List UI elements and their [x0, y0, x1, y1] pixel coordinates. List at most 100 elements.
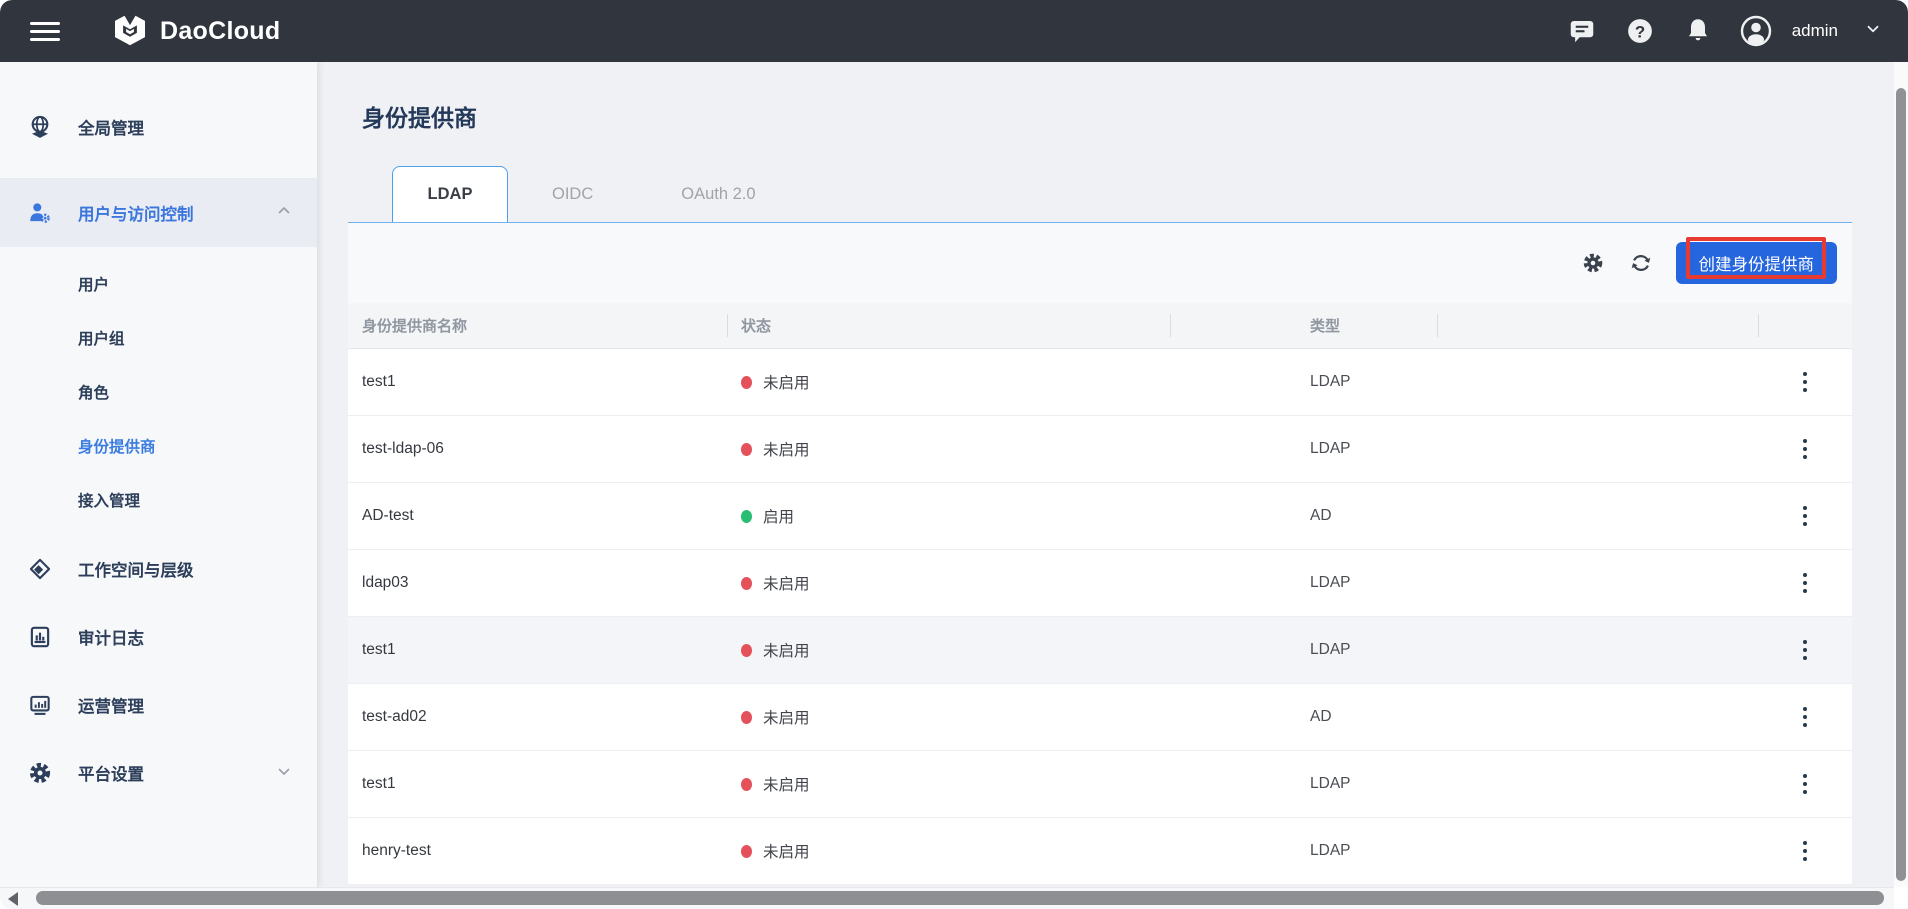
table-row[interactable]: AD-test 启用 AD	[348, 483, 1852, 550]
sidebar-item-label: 全局管理	[78, 115, 293, 139]
operations-icon	[27, 692, 53, 718]
user-avatar[interactable]	[1740, 15, 1772, 47]
status-dot	[741, 778, 752, 791]
user-menu-chevron-down-icon[interactable]	[1864, 20, 1882, 43]
column-header-actions	[1758, 303, 1852, 348]
row-status: 启用	[727, 505, 1170, 527]
row-name: test1	[348, 775, 727, 793]
table-row[interactable]: ldap03 未启用 LDAP	[348, 550, 1852, 617]
gear-icon	[27, 760, 53, 786]
row-type: LDAP	[1170, 641, 1437, 659]
row-type: AD	[1170, 507, 1437, 525]
sidebar-item-label: 平台设置	[78, 761, 275, 785]
status-dot	[741, 845, 752, 858]
row-status: 未启用	[727, 438, 1170, 460]
row-type: LDAP	[1170, 574, 1437, 592]
status-label: 未启用	[763, 639, 810, 661]
create-identity-provider-button[interactable]: 创建身份提供商	[1676, 242, 1838, 284]
horizontal-scrollbar[interactable]	[0, 887, 1894, 909]
table-row[interactable]: henry-test 未启用 LDAP	[348, 818, 1852, 885]
sidebar-item-workspaces[interactable]: 工作空间与层级	[0, 535, 317, 603]
sidebar-item-user-access-control[interactable]: 用户与访问控制	[0, 179, 317, 247]
row-type: LDAP	[1170, 775, 1437, 793]
vertical-scrollbar[interactable]	[1894, 62, 1908, 887]
horizontal-scrollbar-thumb[interactable]	[36, 891, 1884, 905]
table-row[interactable]: test1 未启用 LDAP	[348, 617, 1852, 684]
user-gear-icon	[27, 200, 53, 226]
status-label: 未启用	[763, 706, 810, 728]
kebab-menu-icon[interactable]	[1795, 500, 1816, 533]
scroll-left-arrow-icon[interactable]	[8, 892, 18, 906]
status-label: 启用	[763, 505, 794, 527]
row-name: test-ldap-06	[348, 440, 727, 458]
menu-toggle-button[interactable]	[30, 22, 60, 41]
topbar-actions: ? admin	[1566, 15, 1882, 47]
messages-icon[interactable]	[1566, 15, 1598, 47]
table-toolbar: 创建身份提供商	[348, 223, 1852, 303]
row-type: LDAP	[1170, 842, 1437, 860]
row-name: test1	[348, 373, 727, 391]
row-name: ldap03	[348, 574, 727, 592]
row-name: test1	[348, 641, 727, 659]
table-body: test1 未启用 LDAP test-ldap-06	[348, 349, 1852, 885]
tab-bar: LDAP OIDC OAuth 2.0	[348, 166, 1908, 222]
identity-provider-panel: 创建身份提供商 身份提供商名称 状态 类型 test1	[348, 222, 1852, 885]
app-window: DaoCloud ?	[0, 0, 1908, 909]
status-dot	[741, 577, 752, 590]
sidebar-subnav: 用户 用户组 角色 身份提供商 接入管理	[0, 247, 317, 527]
column-settings-gear-icon[interactable]	[1580, 250, 1606, 276]
kebab-menu-icon[interactable]	[1795, 567, 1816, 600]
row-status: 未启用	[727, 706, 1170, 728]
main-content: 身份提供商 LDAP OIDC OAuth 2.0	[317, 62, 1908, 887]
workspace-icon	[27, 556, 53, 582]
sidebar-item-label: 审计日志	[78, 625, 293, 649]
sidebar-item-roles[interactable]: 角色	[0, 365, 317, 419]
kebab-menu-icon[interactable]	[1795, 835, 1816, 868]
vertical-scrollbar-thumb[interactable]	[1896, 88, 1906, 881]
row-status: 未启用	[727, 639, 1170, 661]
create-button-wrapper: 创建身份提供商	[1676, 242, 1838, 284]
tab-oauth2[interactable]: OAuth 2.0	[637, 166, 799, 222]
audit-log-icon	[27, 624, 53, 650]
sidebar-item-users[interactable]: 用户	[0, 257, 317, 311]
help-icon[interactable]: ?	[1624, 15, 1656, 47]
tab-oidc[interactable]: OIDC	[508, 166, 637, 222]
table-row[interactable]: test1 未启用 LDAP	[348, 349, 1852, 416]
sidebar-item-user-groups[interactable]: 用户组	[0, 311, 317, 365]
status-label: 未启用	[763, 773, 810, 795]
row-actions	[1758, 433, 1852, 466]
kebab-menu-icon[interactable]	[1795, 433, 1816, 466]
status-dot	[741, 443, 752, 456]
sidebar-item-operations[interactable]: 运营管理	[0, 671, 317, 739]
sidebar-item-label: 用户与访问控制	[78, 201, 275, 225]
topbar: DaoCloud ?	[0, 0, 1908, 62]
status-dot	[741, 644, 752, 657]
row-name: AD-test	[348, 507, 727, 525]
kebab-menu-icon[interactable]	[1795, 634, 1816, 667]
row-actions	[1758, 500, 1852, 533]
kebab-menu-icon[interactable]	[1795, 366, 1816, 399]
sidebar-item-identity-providers[interactable]: 身份提供商	[0, 419, 317, 473]
kebab-menu-icon[interactable]	[1795, 768, 1816, 801]
table-row[interactable]: test-ad02 未启用 AD	[348, 684, 1852, 751]
sidebar-item-platform-settings[interactable]: 平台设置	[0, 739, 317, 807]
sidebar-item-global-management[interactable]: 全局管理	[0, 93, 317, 161]
brand-name: DaoCloud	[160, 17, 280, 46]
status-dot	[741, 510, 752, 523]
status-label: 未启用	[763, 371, 810, 393]
row-name: test-ad02	[348, 708, 727, 726]
row-type: LDAP	[1170, 440, 1437, 458]
refresh-icon[interactable]	[1628, 250, 1654, 276]
notifications-bell-icon[interactable]	[1682, 15, 1714, 47]
tab-ldap[interactable]: LDAP	[392, 166, 508, 222]
chevron-down-icon	[275, 762, 293, 785]
table-row[interactable]: test-ldap-06 未启用 LDAP	[348, 416, 1852, 483]
kebab-menu-icon[interactable]	[1795, 701, 1816, 734]
sidebar-item-label: 工作空间与层级	[78, 557, 293, 581]
status-label: 未启用	[763, 438, 810, 460]
row-status: 未启用	[727, 371, 1170, 393]
row-actions	[1758, 835, 1852, 868]
sidebar-item-access-management[interactable]: 接入管理	[0, 473, 317, 527]
table-row[interactable]: test1 未启用 LDAP	[348, 751, 1852, 818]
sidebar-item-audit-logs[interactable]: 审计日志	[0, 603, 317, 671]
